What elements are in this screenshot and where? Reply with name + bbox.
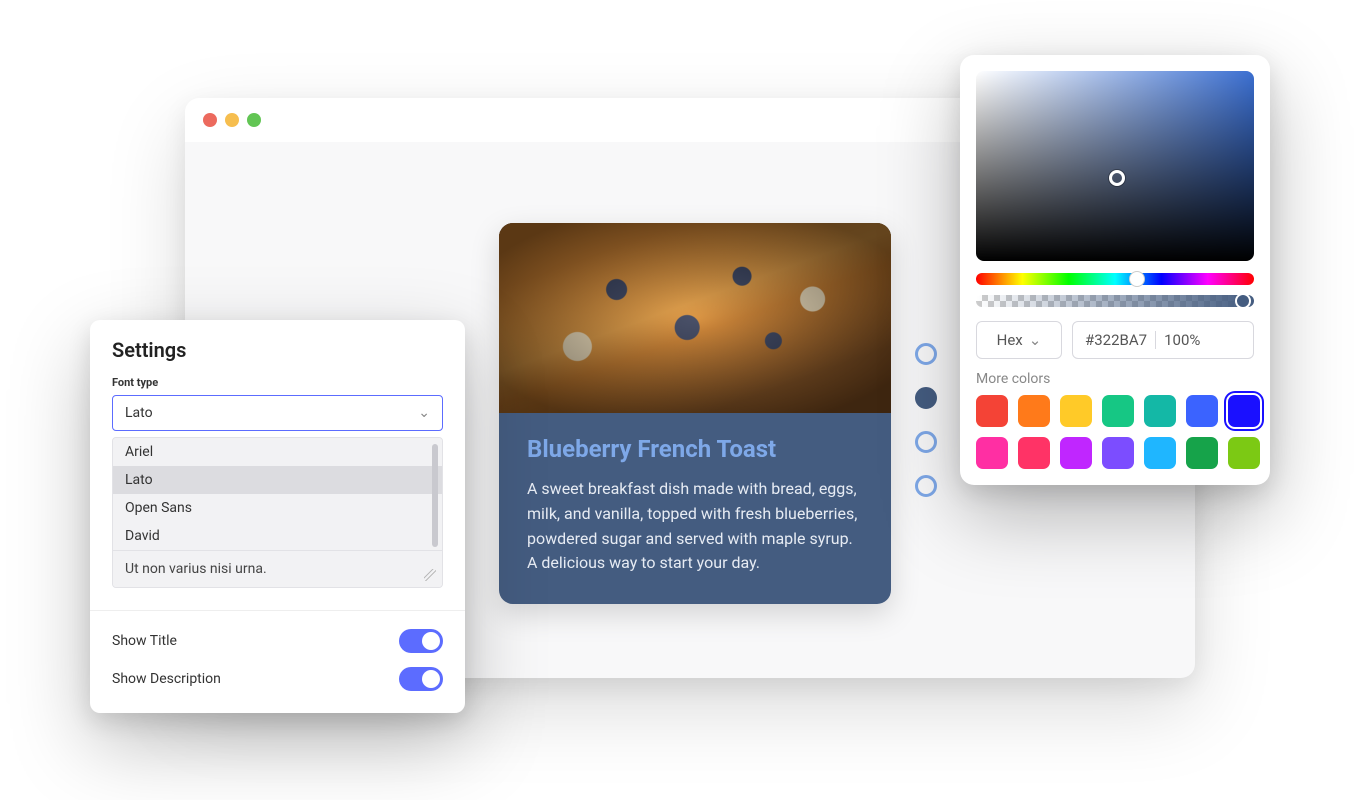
close-window-icon[interactable]: [203, 113, 217, 127]
show-title-label: Show Title: [112, 633, 177, 649]
opacity-value: 100%: [1164, 331, 1200, 349]
swatch-3[interactable]: [1060, 395, 1092, 427]
card-image: [499, 223, 891, 413]
swatch-5[interactable]: [1144, 395, 1176, 427]
card-title: Blueberry French Toast: [527, 435, 863, 463]
show-description-label: Show Description: [112, 671, 221, 687]
font-select[interactable]: Lato ⌄: [112, 395, 443, 431]
show-description-row: Show Description: [112, 653, 443, 691]
settings-panel: Settings Font type Lato ⌄ Ariel Lato Ope…: [90, 320, 465, 713]
carousel-dot-4[interactable]: [915, 475, 937, 497]
dropdown-scrollbar[interactable]: [432, 444, 438, 547]
divider: [90, 610, 465, 611]
font-type-label: Font type: [112, 376, 443, 389]
swatch-9[interactable]: [1018, 437, 1050, 469]
show-description-toggle[interactable]: [399, 667, 443, 691]
color-value-row: Hex ⌄ #322BA7 100%: [976, 321, 1254, 359]
show-title-toggle[interactable]: [399, 629, 443, 653]
chevron-down-icon: ⌄: [418, 405, 430, 421]
carousel-dot-2[interactable]: [915, 387, 937, 409]
saturation-value-area[interactable]: [976, 71, 1254, 261]
hue-thumb-icon[interactable]: [1129, 271, 1145, 287]
hue-slider[interactable]: [976, 273, 1254, 285]
carousel-dot-3[interactable]: [915, 431, 937, 453]
font-select-value: Lato: [125, 405, 153, 421]
show-title-row: Show Title: [112, 615, 443, 653]
minimize-window-icon[interactable]: [225, 113, 239, 127]
swatch-14[interactable]: [1228, 437, 1260, 469]
font-option-open-sans[interactable]: Open Sans: [113, 494, 442, 522]
color-picker-panel: Hex ⌄ #322BA7 100% More colors: [960, 55, 1270, 485]
color-value-input[interactable]: #322BA7 100%: [1072, 321, 1254, 359]
swatch-13[interactable]: [1186, 437, 1218, 469]
color-format-value: Hex: [997, 331, 1023, 349]
hex-value: #322BA7: [1085, 331, 1147, 349]
font-option-ariel[interactable]: Ariel: [113, 438, 442, 466]
settings-title: Settings: [112, 338, 443, 362]
swatch-7[interactable]: [1228, 395, 1260, 427]
swatch-2[interactable]: [1018, 395, 1050, 427]
swatch-11[interactable]: [1102, 437, 1134, 469]
swatch-10[interactable]: [1060, 437, 1092, 469]
card-body: Blueberry French Toast A sweet breakfast…: [499, 413, 891, 604]
maximize-window-icon[interactable]: [247, 113, 261, 127]
font-option-david[interactable]: David: [113, 522, 442, 550]
more-colors-label: More colors: [976, 371, 1254, 387]
sv-cursor-icon[interactable]: [1109, 170, 1125, 186]
swatch-4[interactable]: [1102, 395, 1134, 427]
color-swatches: [976, 395, 1254, 469]
swatch-12[interactable]: [1144, 437, 1176, 469]
swatch-1[interactable]: [976, 395, 1008, 427]
swatch-6[interactable]: [1186, 395, 1218, 427]
carousel-dots: [915, 343, 937, 497]
font-sample-text[interactable]: Ut non varius nisi urna.: [113, 550, 442, 587]
carousel-dot-1[interactable]: [915, 343, 937, 365]
swatch-8[interactable]: [976, 437, 1008, 469]
content-card: Blueberry French Toast A sweet breakfast…: [499, 223, 891, 604]
alpha-slider[interactable]: [976, 295, 1254, 307]
font-option-lato[interactable]: Lato: [113, 466, 442, 494]
color-format-select[interactable]: Hex ⌄: [976, 321, 1062, 359]
separator: [1155, 331, 1156, 349]
chevron-down-icon: ⌄: [1029, 331, 1042, 349]
card-description: A sweet breakfast dish made with bread, …: [527, 477, 863, 576]
alpha-thumb-icon[interactable]: [1235, 293, 1251, 309]
font-dropdown: Ariel Lato Open Sans David Ut non varius…: [112, 437, 443, 588]
